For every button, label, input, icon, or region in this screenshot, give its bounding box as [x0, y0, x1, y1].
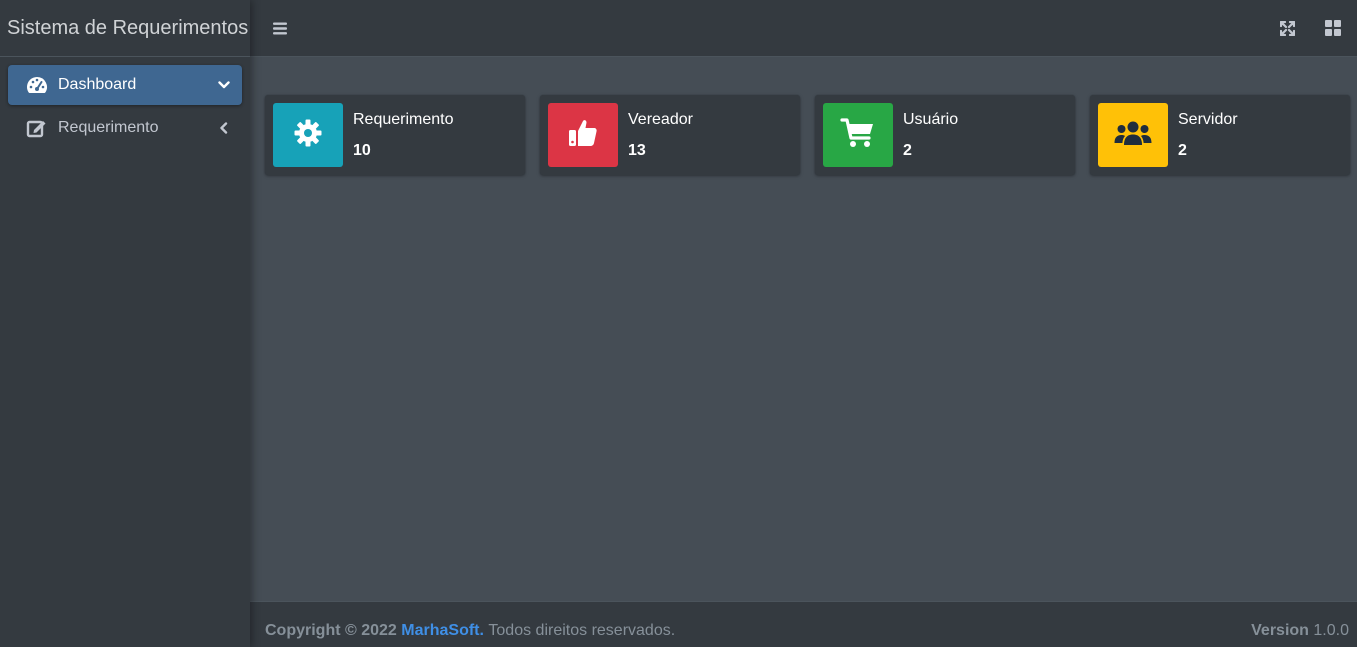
footer-copyright: Copyright © 2022 [265, 621, 397, 639]
info-box-icon-bg [823, 103, 893, 167]
thumbs-up-icon [567, 117, 599, 154]
bars-icon[interactable] [272, 20, 288, 36]
info-box-requerimento: Requerimento 10 [265, 95, 525, 175]
version-value: 1.0.0 [1313, 621, 1349, 639]
sidebar: Sistema de Requerimentos Dashboard Reque… [0, 0, 250, 647]
cog-icon [293, 118, 323, 153]
info-box-number: 2 [903, 141, 912, 159]
footer-company-link[interactable]: MarhaSoft. [401, 622, 484, 640]
top-navbar [250, 0, 1357, 57]
info-box-icon-bg [273, 103, 343, 167]
expand-icon[interactable] [1279, 20, 1295, 36]
th-large-icon[interactable] [1325, 20, 1341, 36]
main-content: Requerimento 10 Vereador 13 Usuário 2 Se… [250, 57, 1357, 601]
info-box-content: Usuário 2 [903, 103, 958, 167]
sidebar-nav: Dashboard Requerimento [0, 57, 250, 159]
info-box-number: 10 [353, 141, 371, 159]
info-box-servidor: Servidor 2 [1090, 95, 1350, 175]
info-box-icon-bg [548, 103, 618, 167]
sidebar-item-label: Requerimento [58, 119, 159, 136]
footer-version: Version 1.0.0 [1251, 622, 1349, 640]
footer-rights: Todos direitos reservados. [488, 621, 676, 639]
info-box-text: Usuário [903, 110, 959, 128]
chevron-left-icon [218, 122, 230, 134]
sidebar-item-label: Dashboard [58, 76, 137, 93]
info-box-content: Vereador 13 [628, 103, 693, 167]
version-label: Version [1251, 621, 1309, 639]
info-boxes-row: Requerimento 10 Vereador 13 Usuário 2 Se… [265, 95, 1350, 175]
sidebar-item-requerimento[interactable]: Requerimento [8, 108, 242, 148]
info-box-text: Vereador [628, 110, 693, 128]
brand-link[interactable]: Sistema de Requerimentos [0, 0, 250, 57]
info-box-icon-bg [1098, 103, 1168, 167]
info-box-content: Requerimento 10 [353, 103, 454, 167]
info-box-text: Servidor [1178, 110, 1238, 128]
footer: Copyright © 2022 MarhaSoft. Todos direit… [250, 601, 1357, 647]
shopping-cart-icon [840, 117, 876, 154]
info-box-text: Requerimento [353, 110, 454, 128]
sidebar-item-dashboard[interactable]: Dashboard [8, 65, 242, 105]
info-box-number: 2 [1178, 141, 1187, 159]
edit-icon [26, 117, 48, 139]
info-box-usuario: Usuário 2 [815, 95, 1075, 175]
users-icon [1114, 119, 1152, 152]
info-box-content: Servidor 2 [1178, 103, 1238, 167]
chevron-down-icon [218, 79, 230, 91]
info-box-number: 13 [628, 141, 646, 159]
tachometer-icon [26, 74, 48, 96]
info-box-vereador: Vereador 13 [540, 95, 800, 175]
